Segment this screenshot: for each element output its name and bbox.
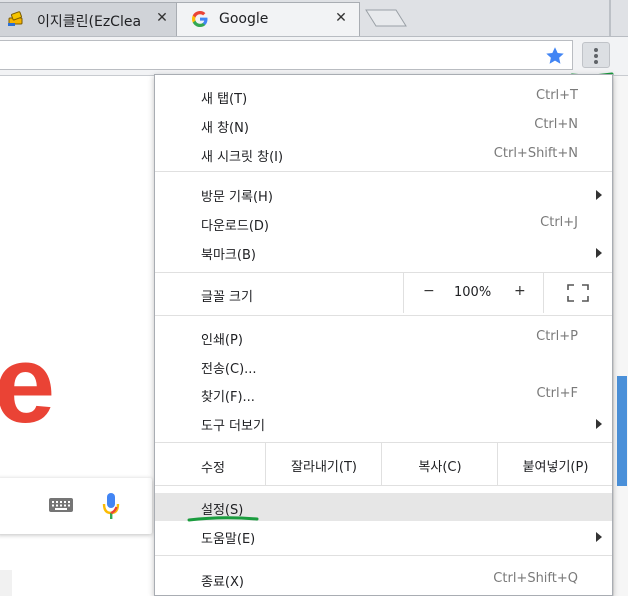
submenu-arrow-icon xyxy=(596,190,602,200)
menu-item-history[interactable]: 방문 기록(H) xyxy=(155,180,612,208)
menu-separator xyxy=(155,171,612,172)
window-edge xyxy=(609,0,611,36)
edit-label: 수정 xyxy=(201,461,225,476)
menu-item-label: 새 창(N) xyxy=(201,121,249,136)
copy-button[interactable]: 복사(C) xyxy=(381,443,498,485)
menu-item-label: 전송(C)... xyxy=(201,362,257,377)
bookmark-star-icon[interactable] xyxy=(544,45,566,67)
menu-dot-icon xyxy=(594,48,598,52)
menu-item-label: 방문 기록(H) xyxy=(201,190,273,205)
menu-item-shortcut: Ctrl+Shift+Q xyxy=(493,571,578,586)
menu-item-new-tab[interactable]: 새 탭(T) Ctrl+T xyxy=(155,82,612,110)
menu-item-new-window[interactable]: 새 창(N) Ctrl+N xyxy=(155,111,612,139)
tab-title: Google xyxy=(219,11,269,27)
zoom-label: 글꼴 크기 xyxy=(201,290,253,305)
submenu-arrow-icon xyxy=(596,532,602,542)
menu-item-downloads[interactable]: 다운로드(D) Ctrl+J xyxy=(155,209,612,237)
menu-item-label: 도움말(E) xyxy=(201,532,256,547)
menu-item-print[interactable]: 인쇄(P) Ctrl+P xyxy=(155,323,612,351)
keyboard-icon[interactable] xyxy=(48,497,74,513)
menu-dot-icon xyxy=(594,60,598,64)
chrome-menu-button[interactable] xyxy=(582,42,610,68)
new-tab-button[interactable] xyxy=(364,8,408,28)
submenu-arrow-icon xyxy=(596,248,602,258)
menu-item-shortcut: Ctrl+P xyxy=(536,329,578,344)
tab-ezclean[interactable]: 이지클린(EzClea ✕ xyxy=(0,2,182,36)
edit-row: 수정 잘라내기(T) 복사(C) 붙여넣기(P) xyxy=(155,443,612,485)
tab-google[interactable]: Google ✕ xyxy=(176,2,360,36)
zoom-value: 100% xyxy=(454,285,492,300)
cut-label: 잘라내기(T) xyxy=(291,460,357,475)
zoom-in-button[interactable]: + xyxy=(514,283,526,299)
cut-button[interactable]: 잘라내기(T) xyxy=(265,443,382,485)
ezclean-favicon-icon xyxy=(8,11,23,26)
menu-dot-icon xyxy=(594,54,598,58)
annotation-underline xyxy=(187,516,259,522)
menu-item-help[interactable]: 도움말(E) xyxy=(155,522,612,550)
right-window-strip xyxy=(613,76,628,596)
microphone-icon[interactable] xyxy=(102,492,120,520)
paste-label: 붙여넣기(P) xyxy=(522,460,589,475)
page-footer-fragment xyxy=(0,570,12,596)
menu-item-shortcut: Ctrl+T xyxy=(536,88,578,103)
paste-button[interactable]: 붙여넣기(P) xyxy=(497,443,613,485)
menu-separator xyxy=(155,485,612,486)
menu-item-label: 종료(X) xyxy=(201,575,244,590)
menu-separator xyxy=(155,315,612,316)
menu-item-label: 다운로드(D) xyxy=(201,219,269,234)
zoom-row: 글꼴 크기 − 100% + xyxy=(155,273,612,313)
side-bar-fragment xyxy=(617,376,627,486)
menu-item-more-tools[interactable]: 도구 더보기 xyxy=(155,409,612,437)
tab-strip: 이지클린(EzClea ✕ Google ✕ xyxy=(0,0,628,37)
menu-item-label: 도구 더보기 xyxy=(201,419,265,434)
menu-item-cast[interactable]: 전송(C)... xyxy=(155,352,612,380)
fullscreen-button[interactable] xyxy=(543,273,613,313)
tab-close-icon[interactable]: ✕ xyxy=(333,9,349,27)
toolbar xyxy=(0,37,628,76)
menu-item-label: 북마크(B) xyxy=(201,248,256,263)
submenu-arrow-icon xyxy=(596,419,602,429)
menu-item-incognito[interactable]: 새 시크릿 창(I) Ctrl+Shift+N xyxy=(155,140,612,168)
copy-label: 복사(C) xyxy=(418,460,462,475)
menu-item-shortcut: Ctrl+Shift+N xyxy=(493,146,578,161)
menu-item-label: 인쇄(P) xyxy=(201,333,243,348)
menu-separator xyxy=(155,555,612,556)
google-logo-fragment: e xyxy=(0,323,56,446)
menu-item-exit[interactable]: 종료(X) Ctrl+Shift+Q xyxy=(155,565,612,593)
google-search-box[interactable] xyxy=(0,478,152,534)
menu-item-label: 찾기(F)... xyxy=(201,390,255,405)
google-favicon-icon xyxy=(192,11,208,27)
address-bar[interactable] xyxy=(0,40,573,70)
menu-item-label: 새 시크릿 창(I) xyxy=(201,150,284,165)
zoom-out-button[interactable]: − xyxy=(423,283,435,299)
menu-item-find[interactable]: 찾기(F)... Ctrl+F xyxy=(155,380,612,408)
menu-item-shortcut: Ctrl+F xyxy=(536,386,578,401)
tab-title: 이지클린(EzClea xyxy=(37,14,142,30)
menu-item-shortcut: Ctrl+J xyxy=(540,215,578,230)
menu-item-shortcut: Ctrl+N xyxy=(534,117,578,132)
fullscreen-icon xyxy=(567,284,589,302)
menu-item-label: 새 탭(T) xyxy=(201,92,248,107)
tab-close-icon[interactable]: ✕ xyxy=(154,9,170,27)
menu-item-bookmarks[interactable]: 북마크(B) xyxy=(155,238,612,266)
